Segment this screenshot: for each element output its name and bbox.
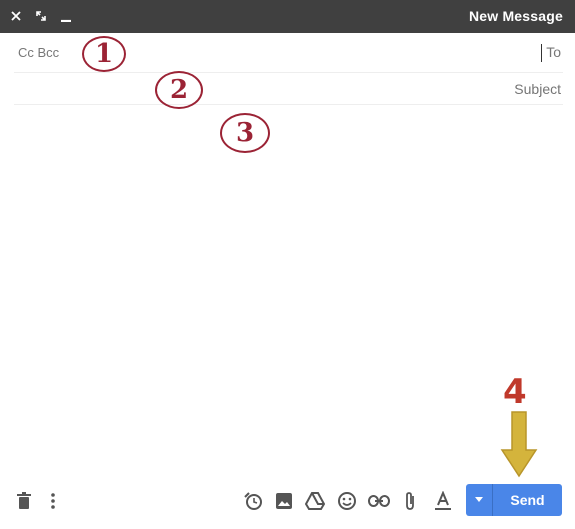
annotation-marker-1: 1 [82,36,126,72]
cc-bcc-link[interactable]: Cc Bcc [18,45,59,60]
subject-row [14,72,563,105]
subject-input[interactable] [18,76,563,102]
compose-title: New Message [468,8,563,24]
send-button-group[interactable]: Send [466,484,562,516]
compose-title-bar: New Message [0,0,575,33]
discard-icon[interactable] [13,490,35,512]
expand-icon[interactable] [31,6,51,26]
annotation-marker-4: 4 [503,372,527,412]
emoji-icon[interactable] [336,490,358,512]
to-input[interactable] [74,42,529,68]
attach-icon[interactable] [399,490,421,512]
format-text-icon[interactable] [432,490,454,512]
annotation-marker-2: 2 [155,71,203,109]
send-options-dropdown[interactable] [466,484,493,516]
annotation-marker-3: 3 [220,113,270,153]
more-options-icon[interactable] [42,490,64,512]
annotation-arrow-icon [500,411,538,478]
insert-photo-icon[interactable] [273,490,295,512]
link-icon[interactable] [368,490,390,512]
chevron-down-icon [475,497,483,502]
text-cursor [541,44,542,62]
minimize-icon[interactable] [56,6,76,26]
drive-icon[interactable] [304,490,326,512]
close-icon[interactable] [6,6,26,26]
to-label: To [546,44,561,60]
message-body[interactable] [14,106,567,470]
send-button[interactable]: Send [493,484,562,516]
schedule-icon[interactable] [242,490,264,512]
